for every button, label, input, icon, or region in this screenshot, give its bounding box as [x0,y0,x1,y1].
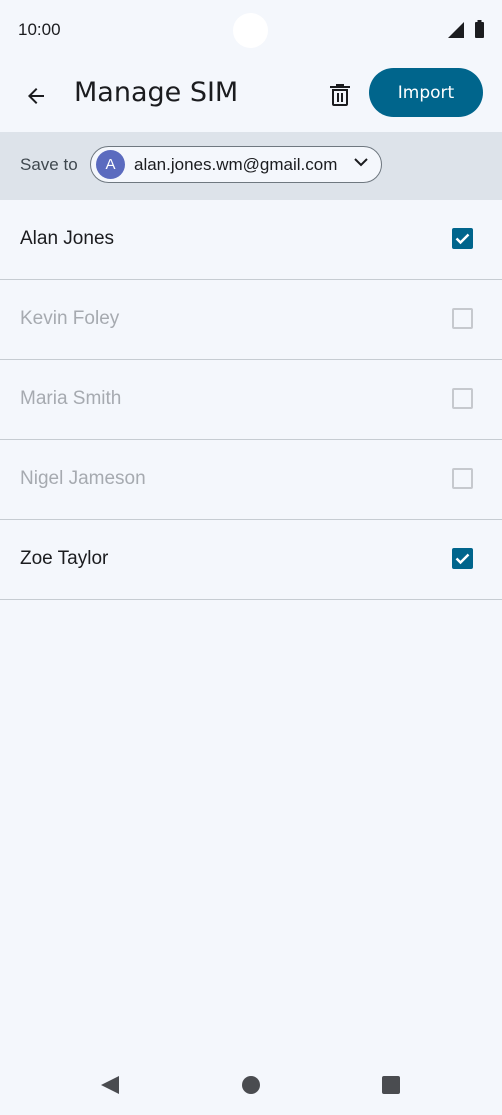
status-bar: 10:00 [0,0,502,62]
contact-name: Nigel Jameson [20,468,146,489]
page-title: Manage SIM [74,77,239,108]
nav-recents-icon[interactable] [382,1076,400,1094]
chevron-down-icon [354,158,368,167]
list-item[interactable]: Kevin Foley [0,280,502,360]
nav-back-icon[interactable] [101,1076,119,1094]
account-email: alan.jones.wm@gmail.com [134,155,338,174]
checkmark-icon [455,233,470,245]
account-selector[interactable]: A alan.jones.wm@gmail.com [90,146,382,183]
avatar: A [96,150,125,179]
battery-icon [475,20,484,38]
checkmark-icon [455,553,470,565]
list-item[interactable]: Maria Smith [0,360,502,440]
signal-icon [448,22,464,38]
trash-icon [330,84,350,106]
import-button[interactable]: Import [369,68,483,117]
arrow-left-icon [28,88,44,104]
list-item[interactable]: Alan Jones [0,200,502,280]
checkbox[interactable] [452,388,473,409]
checkbox[interactable] [452,308,473,329]
checkbox[interactable] [452,548,473,569]
status-time: 10:00 [18,20,61,39]
contact-name: Zoe Taylor [20,548,109,569]
nav-home-icon[interactable] [242,1076,260,1094]
list-item[interactable]: Nigel Jameson [0,440,502,520]
app-bar: Manage SIM Import [0,62,502,132]
contact-name: Alan Jones [20,228,115,249]
checkbox[interactable] [452,468,473,489]
save-to-bar: Save to A alan.jones.wm@gmail.com [0,132,502,200]
camera-cutout [233,13,268,48]
navigation-bar [0,1050,502,1115]
save-to-label: Save to [20,155,78,174]
contact-name: Maria Smith [20,388,122,409]
list-item[interactable]: Zoe Taylor [0,520,502,600]
contact-name: Kevin Foley [20,308,120,329]
contact-list: Alan Jones Kevin Foley Maria Smith Nigel… [0,200,502,600]
checkbox[interactable] [452,228,473,249]
delete-button[interactable] [318,73,362,117]
back-button[interactable] [14,74,58,118]
